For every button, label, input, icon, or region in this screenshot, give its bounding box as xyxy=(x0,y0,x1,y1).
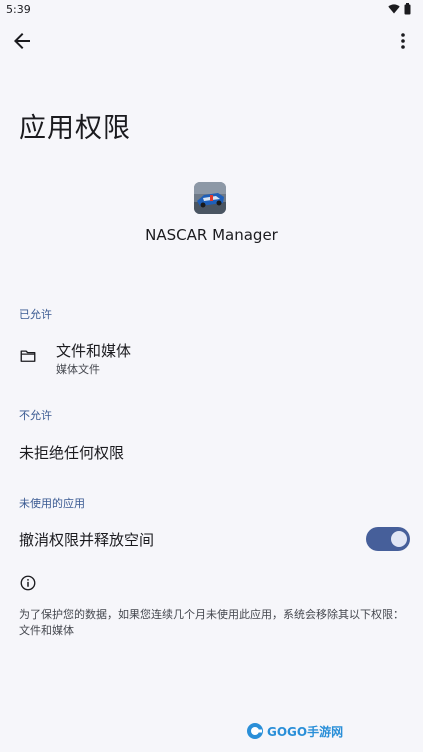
page-title: 应用权限 xyxy=(19,113,131,144)
app-icon xyxy=(194,182,226,214)
permission-subtitle: 媒体文件 xyxy=(56,363,100,376)
app-name: NASCAR Manager xyxy=(145,226,278,244)
wifi-icon xyxy=(388,4,400,14)
status-bar: 5:39 xyxy=(0,0,423,20)
permission-title: 文件和媒体 xyxy=(56,342,132,360)
no-denied-permissions-text: 未拒绝任何权限 xyxy=(19,444,125,462)
unused-apps-description: 为了保护您的数据，如果您连续几个月未使用此应用，系统会移除其以下权限：文件和媒体 xyxy=(19,608,404,637)
more-vertical-icon[interactable] xyxy=(391,29,415,53)
battery-icon xyxy=(404,3,411,15)
section-header-allowed: 已允许 xyxy=(19,308,52,321)
watermark-text: GOGO手游网 xyxy=(267,724,344,739)
status-time: 5:39 xyxy=(6,3,31,16)
remove-permissions-toggle-row[interactable]: 撤消权限并释放空间 xyxy=(0,521,423,557)
back-arrow-icon[interactable] xyxy=(10,29,34,53)
switch-knob xyxy=(391,531,407,547)
toggle-label: 撤消权限并释放空间 xyxy=(19,531,155,549)
top-app-bar xyxy=(0,24,423,58)
section-header-not-allowed: 不允许 xyxy=(19,409,52,422)
section-header-unused-apps: 未使用的应用 xyxy=(19,497,85,510)
info-icon xyxy=(20,575,36,591)
remove-permissions-switch[interactable] xyxy=(366,527,410,551)
watermark: GOGO手游网 xyxy=(246,722,343,740)
folder-icon xyxy=(20,350,36,362)
watermark-logo-icon xyxy=(247,723,263,739)
app-permissions-screen: 5:39 应用权限 NASCAR Manager 已允许 文件和媒体 媒体文件 … xyxy=(0,0,423,752)
status-icons xyxy=(388,3,411,15)
